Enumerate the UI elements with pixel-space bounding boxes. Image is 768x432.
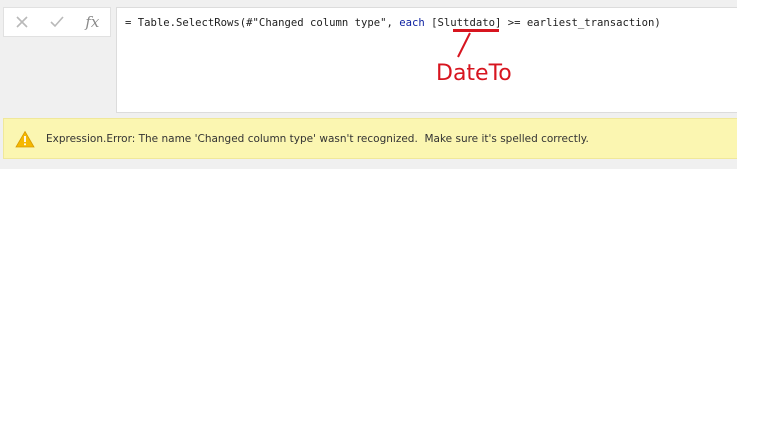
check-icon (50, 16, 64, 28)
formula-input[interactable]: = Table.SelectRows(#"Changed column type… (116, 7, 737, 113)
error-bar: Expression.Error: The name 'Changed colu… (3, 118, 737, 159)
annotation-pointer-line (457, 32, 471, 58)
warning-icon (15, 130, 35, 148)
formula-area: fx = Table.SelectRows(#"Changed column t… (0, 0, 737, 169)
insert-function-button[interactable]: fx (75, 8, 110, 36)
formula-controls: fx (3, 7, 111, 37)
commit-button[interactable] (39, 8, 74, 36)
fx-icon: fx (85, 13, 100, 31)
power-query-editor: fx = Table.SelectRows(#"Changed column t… (0, 0, 768, 432)
annotation-text: DateTo (436, 61, 512, 86)
cancel-button[interactable] (4, 8, 39, 36)
error-message: Expression.Error: The name 'Changed colu… (46, 132, 589, 145)
close-icon (16, 16, 28, 28)
